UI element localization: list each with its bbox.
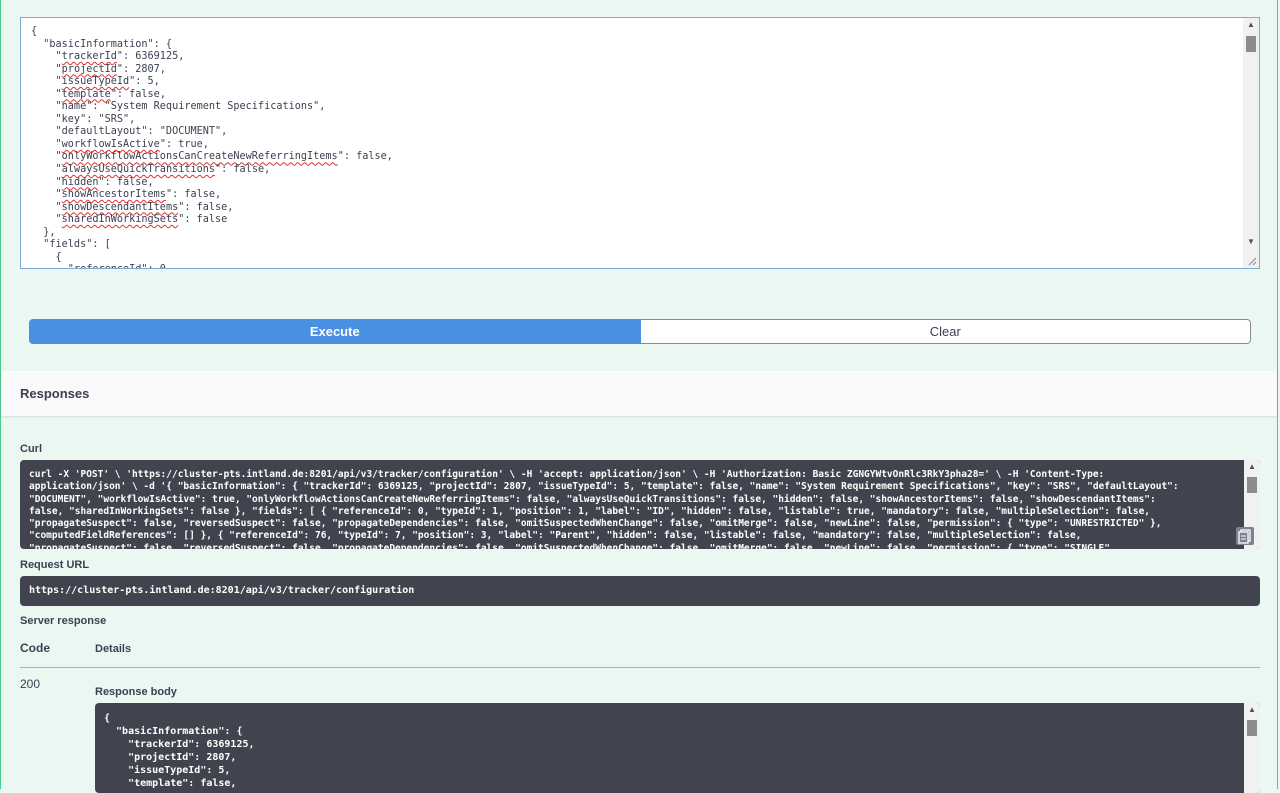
curl-command-text[interactable]: curl -X 'POST' \ 'https://cluster-pts.in… — [20, 460, 1260, 549]
response-body-block[interactable]: { "basicInformation": { "trackerId": 636… — [95, 703, 1260, 793]
response-body-line: { — [104, 713, 111, 724]
curl-line: application/json' \ -d '{ "basicInformat… — [29, 481, 1179, 493]
request-url-block[interactable]: https://cluster-pts.intland.de:8201/api/… — [20, 576, 1260, 606]
request-body-line: { — [31, 251, 62, 263]
request-body-line: "name": "System Requirement Specificatio… — [31, 101, 326, 113]
execute-wrapper: Execute Clear — [29, 319, 1251, 344]
scrollbar-thumb[interactable] — [1247, 477, 1257, 493]
responses-title: Responses — [20, 386, 90, 401]
response-body-text[interactable]: { "basicInformation": { "trackerId": 636… — [95, 703, 1260, 791]
request-url-label: Request URL — [20, 559, 90, 571]
request-body-line: "referenceId": 0, — [31, 264, 172, 268]
request-body-line: "basicInformation": { — [31, 38, 173, 50]
request-body-line: "fields": [ — [31, 239, 111, 251]
request-body-text[interactable]: { "basicInformation": { "trackerId": 636… — [21, 18, 1259, 268]
request-body-line: "showDescendantItems": false, — [31, 201, 234, 213]
request-body-line: "template": false, — [31, 88, 166, 100]
request-body-line: "sharedInWorkingSets": false — [31, 214, 228, 226]
request-body-editor[interactable]: { "basicInformation": { "trackerId": 636… — [20, 17, 1260, 269]
curl-line: "propagateSuspect": false, "reversedSusp… — [29, 518, 1162, 530]
response-body-line: "trackerId": 6369125, — [104, 739, 255, 751]
request-body-line: "projectId": 2807, — [31, 63, 166, 75]
column-header-details: Details — [95, 643, 132, 655]
response-body-line: "issueTypeId": 5, — [104, 765, 231, 777]
responses-header: Responses — [1, 371, 1277, 416]
response-body-line: "projectId": 2807, — [104, 752, 237, 764]
response-body-label: Response body — [95, 686, 177, 698]
execute-button[interactable]: Execute — [29, 319, 641, 344]
curl-line: "DOCUMENT", "workflowIsActive": true, "o… — [29, 493, 1156, 505]
response-body-line: "template": false, — [104, 778, 237, 790]
request-body-scrollbar[interactable]: ▲ ▼ — [1243, 18, 1259, 268]
request-body-line: "onlyWorkflowActionsCanCreateNewReferrin… — [31, 151, 393, 163]
curl-line: false, "sharedInWorkingSets": false }, "… — [29, 505, 1151, 517]
request-body-line: "trackerId": 6369125, — [31, 51, 185, 63]
response-body-line: "basicInformation": { — [104, 726, 243, 738]
copy-icon[interactable] — [1236, 527, 1254, 545]
curl-line: curl -X 'POST' \ 'https://cluster-pts.in… — [29, 469, 1105, 480]
request-body-line: "defaultLayout": "DOCUMENT", — [31, 126, 228, 138]
server-response-label: Server response — [20, 615, 107, 627]
curl-label: Curl — [20, 443, 42, 455]
scroll-up-icon[interactable]: ▲ — [1243, 18, 1259, 32]
request-body-line: "alwaysUseQuickTransitions": false, — [31, 164, 271, 176]
request-body-line: "key": "SRS", — [31, 113, 136, 125]
curl-line: "computedFieldReferences": [] }, { "refe… — [29, 530, 1082, 542]
scroll-up-icon[interactable]: ▲ — [1244, 703, 1260, 717]
request-body-line: { — [31, 26, 38, 37]
resize-grip-icon[interactable] — [1247, 256, 1257, 266]
request-body-line: "showAncestorItems": false, — [31, 189, 222, 201]
table-divider — [20, 667, 1260, 668]
request-body-line: "hidden": false, — [31, 176, 154, 188]
request-body-line: "issueTypeId": 5, — [31, 76, 160, 88]
request-body-line: "workflowIsActive": true, — [31, 138, 209, 150]
curl-line: "propagateSuspect": false, "reversedSusp… — [29, 542, 1110, 549]
response-body-scrollbar[interactable]: ▲ — [1244, 703, 1260, 793]
curl-code-block[interactable]: curl -X 'POST' \ 'https://cluster-pts.in… — [20, 460, 1260, 549]
scroll-down-icon[interactable]: ▼ — [1243, 235, 1259, 249]
column-header-code: Code — [20, 641, 50, 655]
request-body-line: }, — [31, 226, 56, 238]
scrollbar-thumb[interactable] — [1247, 720, 1257, 736]
scroll-up-icon[interactable]: ▲ — [1244, 460, 1260, 474]
scrollbar-thumb[interactable] — [1246, 36, 1256, 52]
status-code: 200 — [20, 677, 41, 691]
request-url-text[interactable]: https://cluster-pts.intland.de:8201/api/… — [29, 585, 414, 596]
clear-button[interactable]: Clear — [640, 319, 1251, 344]
